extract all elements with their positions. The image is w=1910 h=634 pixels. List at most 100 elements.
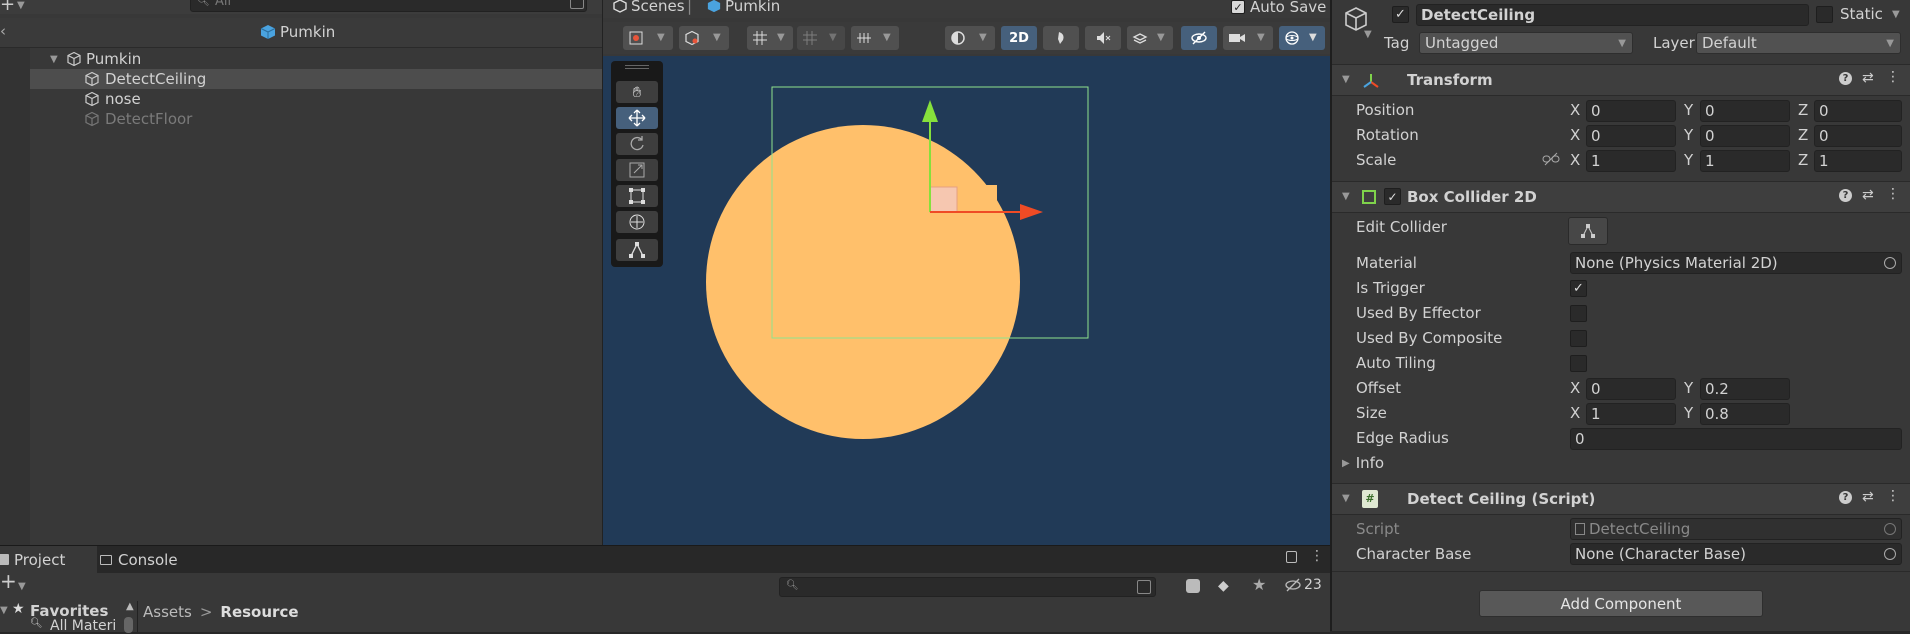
more-menu-icon[interactable]: ⋮ [1886, 69, 1900, 85]
create-icon[interactable]: + [0, 569, 17, 593]
hidden-packages-toggle[interactable]: 23 [1284, 577, 1322, 593]
more-menu-icon[interactable]: ⋮ [1886, 488, 1900, 504]
search-by-type-icon[interactable] [570, 0, 584, 9]
back-icon[interactable]: ‹ [0, 22, 6, 40]
expand-arrow-icon[interactable]: ▼ [50, 54, 64, 65]
layer-dropdown[interactable]: Default ▼ [1696, 32, 1901, 54]
presets-icon[interactable]: ⇄ [1862, 489, 1874, 505]
shading-mode-button[interactable]: ▼ [945, 26, 995, 50]
effects-toggle[interactable]: ▼ [1127, 26, 1173, 50]
add-component-button[interactable]: Add Component [1479, 590, 1763, 617]
rotation-y-field[interactable]: 0 [1700, 125, 1790, 147]
presets-icon[interactable]: ⇄ [1862, 187, 1874, 203]
rotation-x-field[interactable]: 0 [1586, 125, 1676, 147]
transform-tool-button[interactable] [616, 211, 658, 233]
help-icon[interactable]: ? [1839, 491, 1852, 504]
2d-toggle-button[interactable]: 2D [1001, 26, 1037, 50]
static-checkbox[interactable] [1816, 6, 1833, 23]
script-header[interactable]: ▼ # Detect Ceiling (Script) ? ⇄ ⋮ [1332, 483, 1910, 515]
scene-canvas[interactable] [603, 56, 1331, 545]
tree-row-nose[interactable]: nose [30, 89, 602, 109]
breadcrumb-assets[interactable]: Assets [143, 603, 192, 621]
scale-x-field[interactable]: 1 [1586, 150, 1676, 172]
hierarchy-search-input[interactable]: 🔍︎ All [190, 0, 587, 12]
presets-icon[interactable]: ⇄ [1862, 70, 1874, 86]
add-icon[interactable]: + [0, 0, 15, 15]
collapse-arrow-icon[interactable]: ▼ [1342, 74, 1350, 85]
global-button[interactable]: ▼ [679, 26, 729, 50]
tree-row-detectceiling[interactable]: DetectCeiling [30, 69, 602, 89]
used-by-effector-checkbox[interactable] [1570, 305, 1587, 322]
material-field[interactable]: None (Physics Material 2D) [1570, 252, 1902, 274]
scale-z-field[interactable]: 1 [1814, 150, 1902, 172]
lock-icon[interactable] [1286, 551, 1297, 563]
breadcrumb-resource[interactable]: Resource [220, 603, 298, 621]
palette-grip[interactable] [625, 65, 649, 69]
scene-viewport[interactable]: ✋︎ [603, 56, 1331, 545]
edge-radius-field[interactable]: 0 [1570, 428, 1902, 450]
tree-row-pumkin[interactable]: ▼ Pumkin [30, 49, 602, 69]
tab-console[interactable]: Console [100, 546, 178, 573]
hidden-objects-toggle[interactable] [1181, 26, 1217, 50]
pumkin-breadcrumb[interactable]: Pumkin [707, 0, 780, 15]
transform-header[interactable]: ▼ Transform ? ⇄ ⋮ [1332, 64, 1910, 96]
increment-snap-button[interactable]: ▼ [797, 26, 845, 50]
size-y-field[interactable]: 0.8 [1700, 403, 1790, 425]
help-icon[interactable]: ? [1839, 189, 1852, 202]
filter-type-icon[interactable] [1186, 579, 1200, 593]
label-icon[interactable]: ◆ [1218, 578, 1229, 594]
hand-tool-button[interactable]: ✋︎ [616, 81, 658, 103]
favorite-star-icon[interactable]: ★ [1252, 575, 1266, 594]
rotate-tool-button[interactable] [616, 133, 658, 155]
collapse-arrow-icon[interactable]: ▼ [1342, 493, 1350, 504]
constrain-proportions-icon[interactable] [1542, 152, 1560, 166]
create-dropdown-icon[interactable]: ▼ [18, 581, 26, 592]
rotation-z-field[interactable]: 0 [1814, 125, 1902, 147]
lighting-toggle[interactable] [1043, 26, 1079, 50]
scenes-breadcrumb[interactable]: Scenes [613, 0, 685, 15]
offset-y-field[interactable]: 0.2 [1700, 378, 1790, 400]
scene-header[interactable]: ‹ Pumkin [0, 18, 602, 48]
static-dropdown-icon[interactable]: ▼ [1892, 9, 1900, 20]
scale-y-field[interactable]: 1 [1700, 150, 1790, 172]
expand-arrow-icon[interactable]: ▼ [0, 605, 8, 616]
object-picker-icon[interactable] [1884, 548, 1896, 560]
character-base-field[interactable]: None (Character Base) [1570, 543, 1902, 565]
collapse-arrow-icon[interactable]: ▼ [1342, 191, 1350, 202]
position-x-field[interactable]: 0 [1586, 100, 1676, 122]
auto-tiling-checkbox[interactable] [1570, 355, 1587, 372]
box-collider-header[interactable]: ▼ ✓ Box Collider 2D ? ⇄ ⋮ [1332, 181, 1910, 213]
audio-toggle[interactable] [1085, 26, 1121, 50]
help-icon[interactable]: ? [1839, 72, 1852, 85]
scale-tool-button[interactable] [616, 159, 658, 181]
camera-button[interactable]: ▼ [1223, 26, 1273, 50]
object-picker-icon[interactable] [1884, 257, 1896, 269]
grid-snap-button[interactable]: ▼ [747, 26, 793, 50]
edit-collider-button[interactable] [1568, 217, 1608, 245]
size-x-field[interactable]: 1 [1586, 403, 1676, 425]
edit-collider-tool-button[interactable] [616, 239, 658, 261]
active-checkbox[interactable]: ✓ [1392, 6, 1409, 23]
gizmo-tool-button[interactable]: ▼ [623, 26, 673, 50]
object-name-field[interactable]: DetectCeiling [1416, 4, 1809, 26]
used-by-composite-checkbox[interactable] [1570, 330, 1587, 347]
add-dropdown-icon[interactable]: ▼ [17, 0, 25, 11]
tag-dropdown[interactable]: Untagged ▼ [1419, 32, 1633, 54]
is-trigger-checkbox[interactable]: ✓ [1570, 280, 1587, 297]
offset-x-field[interactable]: 0 [1586, 378, 1676, 400]
tree-row-detectfloor[interactable]: DetectFloor [30, 109, 602, 129]
project-search-input[interactable]: 🔍︎ [779, 577, 1156, 597]
more-menu-icon[interactable]: ⋮ [1310, 548, 1324, 564]
search-type-icon[interactable] [1137, 580, 1151, 594]
move-tool-button[interactable] [616, 107, 658, 129]
all-materials-item[interactable]: All Materi [50, 618, 116, 634]
component-enabled-checkbox[interactable]: ✓ [1384, 188, 1401, 205]
more-menu-icon[interactable]: ⋮ [1886, 186, 1900, 202]
position-z-field[interactable]: 0 [1814, 100, 1902, 122]
scroll-up-icon[interactable]: ▲ [126, 601, 134, 612]
rect-tool-button[interactable] [616, 185, 658, 207]
icon-dropdown-icon[interactable]: ▼ [1364, 29, 1372, 40]
info-foldout[interactable]: ▶ Info [1342, 454, 1384, 472]
auto-save-toggle[interactable]: ✓ Auto Save [1231, 0, 1326, 16]
position-y-field[interactable]: 0 [1700, 100, 1790, 122]
